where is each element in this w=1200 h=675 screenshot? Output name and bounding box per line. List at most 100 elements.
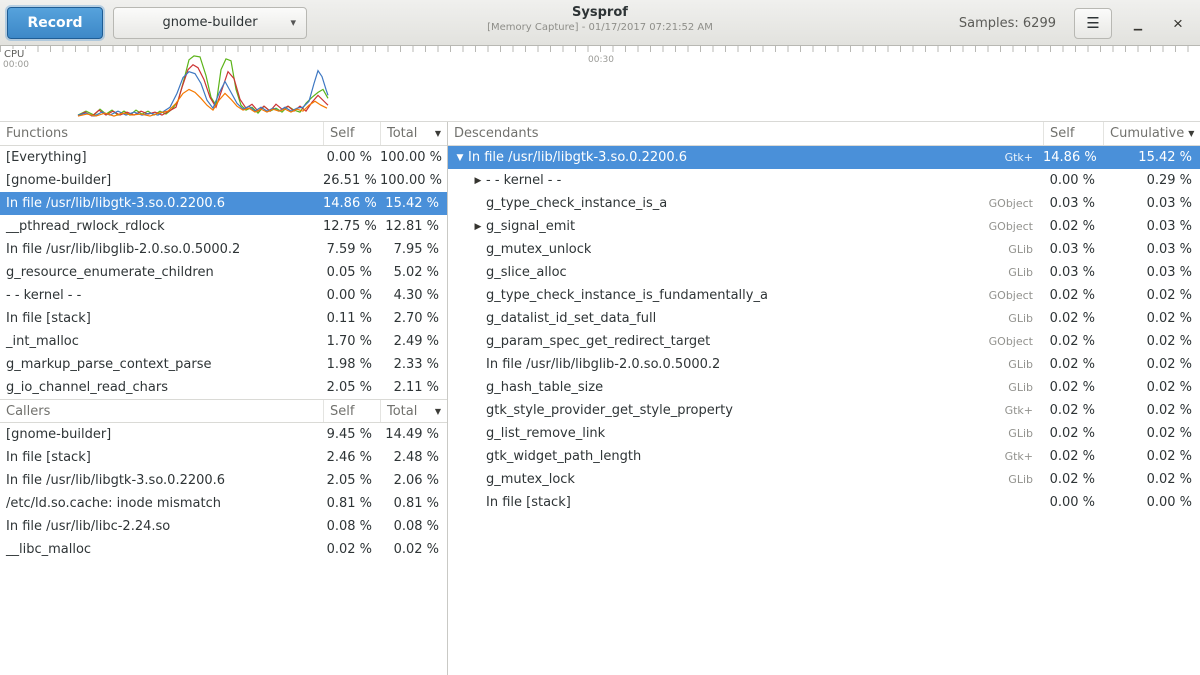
table-row[interactable]: /etc/ld.so.cache: inode mismatch0.81 %0.… (0, 492, 447, 515)
tree-row[interactable]: g_type_check_instance_is_aGObject0.03 %0… (448, 192, 1200, 215)
tree-row[interactable]: g_hash_table_sizeGLib0.02 %0.02 % (448, 376, 1200, 399)
table-row[interactable]: In file [stack]2.46 %2.48 % (0, 446, 447, 469)
tree-indent (448, 364, 470, 365)
function-name: g_datalist_id_set_data_full (486, 311, 656, 326)
sysprof-window: Record gnome-builder ▾ Sysprof [Memory C… (0, 0, 1200, 675)
time-label-start: 00:00 (3, 60, 29, 70)
library-badge: GObject (989, 335, 1043, 348)
callers-column-header: Callers Self Total ▼ (0, 399, 447, 423)
tree-row[interactable]: g_param_spec_get_redirect_targetGObject0… (448, 330, 1200, 353)
self-percent: 0.03 % (1043, 196, 1103, 211)
tree-row[interactable]: gtk_style_provider_get_style_propertyGtk… (448, 399, 1200, 422)
tree-row[interactable]: g_mutex_lockGLib0.02 %0.02 % (448, 468, 1200, 491)
self-percent: 0.00 % (323, 288, 380, 303)
hamburger-icon: ☰ (1086, 15, 1099, 32)
self-percent: 0.02 % (1043, 403, 1103, 418)
table-row[interactable]: [Everything]0.00 %100.00 % (0, 146, 447, 169)
tree-row[interactable]: In file [stack]0.00 %0.00 % (448, 491, 1200, 514)
table-row[interactable]: [gnome-builder]9.45 %14.49 % (0, 423, 447, 446)
descendants-header-cumulative[interactable]: Cumulative ▼ (1103, 122, 1200, 145)
functions-header-self[interactable]: Self (323, 122, 380, 145)
self-percent: 0.02 % (1043, 219, 1103, 234)
tree-row[interactable]: g_datalist_id_set_data_fullGLib0.02 %0.0… (448, 307, 1200, 330)
self-percent: 26.51 % (323, 173, 380, 188)
table-row[interactable]: __pthread_rwlock_rdlock12.75 %12.81 % (0, 215, 447, 238)
tree-indent (448, 272, 470, 273)
total-percent: 7.95 % (380, 242, 447, 257)
tree-row[interactable]: In file /usr/lib/libglib-2.0.so.0.5000.2… (448, 353, 1200, 376)
self-percent: 0.03 % (1043, 242, 1103, 257)
total-percent: 0.08 % (380, 519, 447, 534)
self-percent: 0.02 % (1043, 449, 1103, 464)
cpu-timeline[interactable]: CPU 00:00 00:30 (0, 46, 1200, 122)
tree-row[interactable]: g_mutex_unlockGLib0.03 %0.03 % (448, 238, 1200, 261)
library-badge: GLib (1008, 427, 1043, 440)
self-percent: 1.98 % (323, 357, 380, 372)
functions-header-total[interactable]: Total ▼ (380, 122, 447, 145)
tree-row[interactable]: ▶- - kernel - -0.00 %0.29 % (448, 169, 1200, 192)
table-row[interactable]: In file /usr/lib/libglib-2.0.so.0.5000.2… (0, 238, 447, 261)
minimize-button[interactable]: – (1124, 8, 1152, 39)
table-row[interactable]: In file /usr/lib/libgtk-3.so.0.2200.614.… (0, 192, 447, 215)
tree-row[interactable]: g_type_check_instance_is_fundamentally_a… (448, 284, 1200, 307)
functions-header-title[interactable]: Functions (0, 122, 323, 145)
menu-button[interactable]: ☰ (1074, 8, 1112, 39)
function-name: In file [stack] (0, 311, 323, 326)
tree-row[interactable]: gtk_widget_path_lengthGtk+0.02 %0.02 % (448, 445, 1200, 468)
total-percent: 0.02 % (380, 542, 447, 557)
callers-header-title[interactable]: Callers (0, 400, 323, 422)
table-row[interactable]: In file /usr/lib/libgtk-3.so.0.2200.62.0… (0, 469, 447, 492)
record-button[interactable]: Record (7, 7, 103, 39)
cpu-green-line (78, 56, 328, 115)
tree-indent (448, 180, 470, 181)
function-name: gtk_style_provider_get_style_property (486, 403, 733, 418)
total-percent: 100.00 % (380, 150, 447, 165)
table-row[interactable]: _int_malloc1.70 %2.49 % (0, 330, 447, 353)
table-row[interactable]: In file [stack]0.11 %2.70 % (0, 307, 447, 330)
callers-header-total[interactable]: Total ▼ (380, 400, 447, 422)
tree-row[interactable]: ▼In file /usr/lib/libgtk-3.so.0.2200.6Gt… (448, 146, 1200, 169)
function-name: In file /usr/lib/libgtk-3.so.0.2200.6 (0, 196, 323, 211)
descendants-header-title[interactable]: Descendants (448, 122, 1043, 145)
cumulative-percent: 0.03 % (1103, 242, 1200, 257)
self-percent: 0.81 % (323, 496, 380, 511)
table-row[interactable]: In file /usr/lib/libc-2.24.so0.08 %0.08 … (0, 515, 447, 538)
tree-indent (448, 295, 470, 296)
time-label-mid: 00:30 (588, 55, 614, 65)
expander-icon[interactable]: ▶ (470, 222, 486, 232)
tree-indent (448, 203, 470, 204)
self-percent: 12.75 % (323, 219, 380, 234)
tree-row[interactable]: g_slice_allocGLib0.03 %0.03 % (448, 261, 1200, 284)
tree-indent (448, 456, 470, 457)
table-row[interactable]: g_io_channel_read_chars2.05 %2.11 % (0, 376, 447, 399)
process-selector-dropdown[interactable]: gnome-builder ▾ (113, 7, 307, 39)
callers-header-self[interactable]: Self (323, 400, 380, 422)
function-name: /etc/ld.so.cache: inode mismatch (0, 496, 323, 511)
total-percent: 2.06 % (380, 473, 447, 488)
function-name: g_signal_emit (486, 219, 575, 234)
self-percent: 2.05 % (323, 380, 380, 395)
self-percent: 1.70 % (323, 334, 380, 349)
self-percent: 0.08 % (323, 519, 380, 534)
table-row[interactable]: __libc_malloc0.02 %0.02 % (0, 538, 447, 561)
table-row[interactable]: g_markup_parse_context_parse1.98 %2.33 % (0, 353, 447, 376)
table-row[interactable]: - - kernel - -0.00 %4.30 % (0, 284, 447, 307)
tree-indent (448, 318, 470, 319)
self-percent: 2.46 % (323, 450, 380, 465)
cumulative-percent: 15.42 % (1103, 150, 1200, 165)
main-split: Functions Self Total ▼ [Everything]0.00 … (0, 122, 1200, 675)
expander-icon[interactable]: ▼ (452, 153, 468, 163)
tree-row[interactable]: g_list_remove_linkGLib0.02 %0.02 % (448, 422, 1200, 445)
function-name: [gnome-builder] (0, 427, 323, 442)
descendants-header-self[interactable]: Self (1043, 122, 1103, 145)
table-row[interactable]: [gnome-builder]26.51 %100.00 % (0, 169, 447, 192)
close-button[interactable]: × (1164, 8, 1192, 39)
self-percent: 0.02 % (1043, 288, 1103, 303)
tree-row[interactable]: ▶g_signal_emitGObject0.02 %0.03 % (448, 215, 1200, 238)
self-percent: 0.11 % (323, 311, 380, 326)
table-row[interactable]: g_resource_enumerate_children0.05 %5.02 … (0, 261, 447, 284)
self-percent: 7.59 % (323, 242, 380, 257)
cumulative-percent: 0.03 % (1103, 265, 1200, 280)
cumulative-percent: 0.29 % (1103, 173, 1200, 188)
expander-icon[interactable]: ▶ (470, 176, 486, 186)
